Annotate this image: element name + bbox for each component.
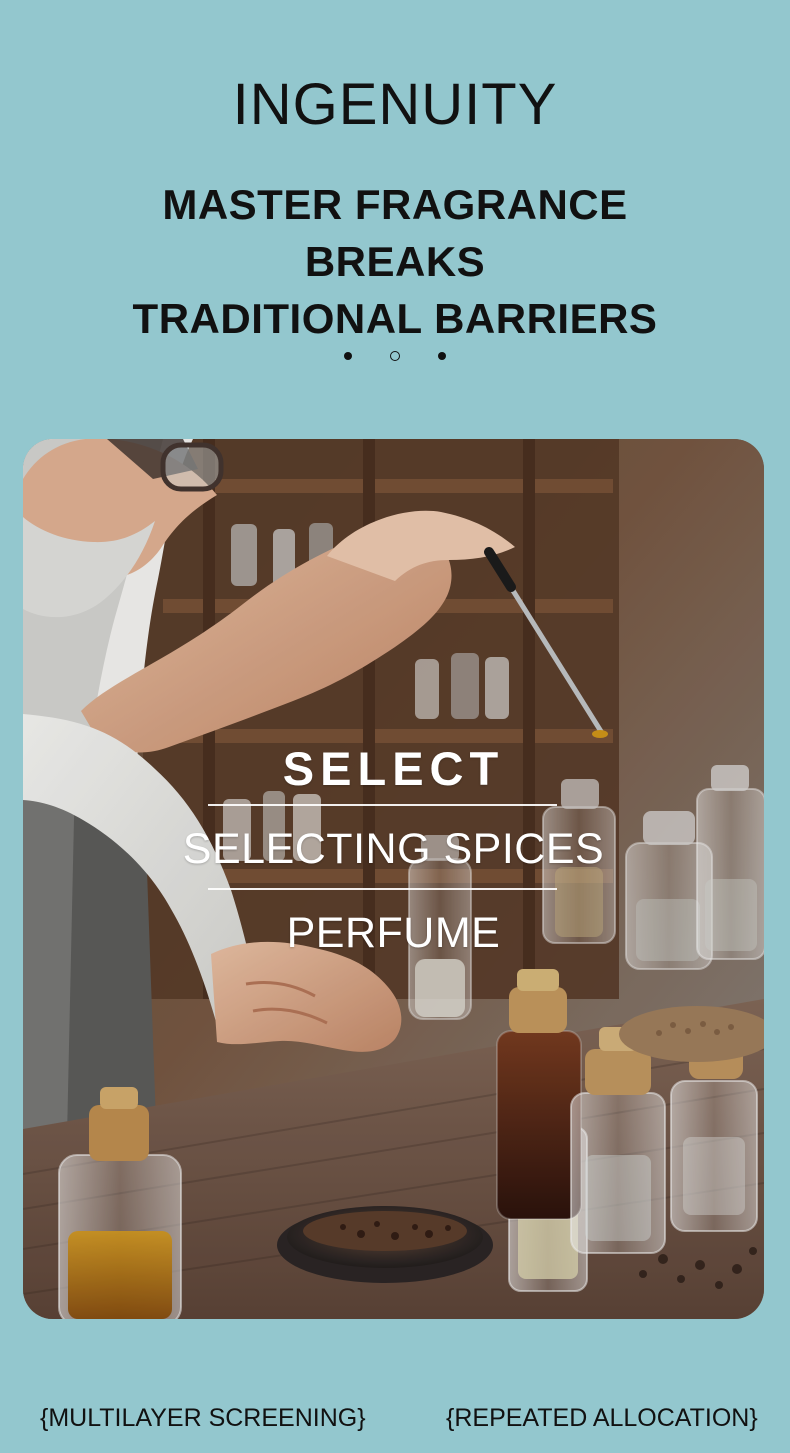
page-subtitle: MASTER FRAGRANCE BREAKS TRADITIONAL BARR… [95,176,695,347]
dot-indicator-icon[interactable] [344,352,352,360]
dot-indicator-icon[interactable] [390,351,400,361]
hero-image: SELECT SELECTING SPICES PERFUME [23,439,764,1319]
hero-overlay-line-2: PERFUME [286,909,501,957]
hero-overlay-title: SELECT [282,742,505,795]
hero-overlay-line-1: SELECTING SPICES [182,825,605,873]
dot-indicator-icon[interactable] [438,352,446,360]
perfume-lab-image [23,439,764,1319]
subtitle-line-1: MASTER FRAGRANCE BREAKS [162,181,628,285]
overlay-divider-top [208,804,557,806]
carousel-indicator[interactable] [0,348,790,364]
overlay-divider-bottom [208,888,557,890]
footer-right-label: {REPEATED ALLOCATION} [446,1404,758,1432]
page: INGENUITY MASTER FRAGRANCE BREAKS TRADIT… [0,0,790,1453]
footer-left-label: {MULTILAYER SCREENING} [40,1404,366,1432]
subtitle-line-2: TRADITIONAL BARRIERS [132,295,658,342]
page-title: INGENUITY [232,72,558,137]
